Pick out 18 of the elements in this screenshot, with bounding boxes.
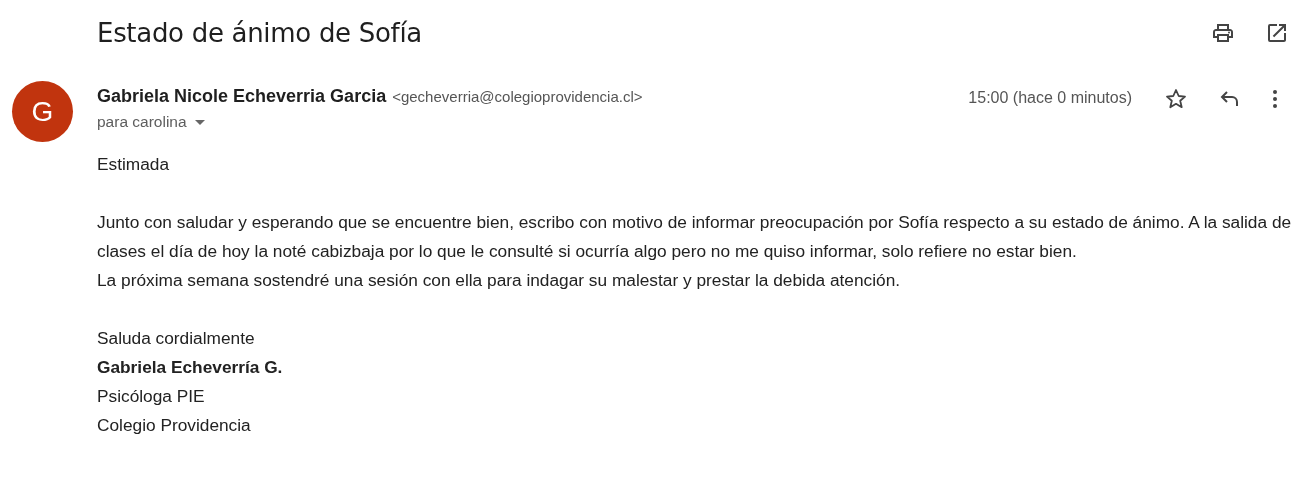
more-options-icon[interactable] xyxy=(1272,89,1278,109)
sender-email: <gecheverria@colegioprovidencia.cl> xyxy=(392,88,643,105)
signature-name: Gabriela Echeverría G. xyxy=(97,356,284,379)
sender-name: Gabriela Nicole Echeverria Garcia xyxy=(97,86,387,107)
signature-role: Psicóloga PIE xyxy=(97,385,206,408)
star-icon[interactable] xyxy=(1164,87,1188,111)
greeting-text: Estimada xyxy=(97,153,171,176)
signature-school: Colegio Providencia xyxy=(97,414,252,437)
caret-icon xyxy=(194,119,205,125)
body-paragraph: La próxima semana sostendré una sesión con ella para indagar su malestar y prestar la debida atención. xyxy=(97,269,902,292)
closing-text: Saluda cordialmente xyxy=(97,327,256,350)
open-in-new-window-icon[interactable] xyxy=(1265,21,1289,45)
sender-avatar: G xyxy=(12,81,73,142)
email-subject: Estado de ánimo de Sofía xyxy=(97,18,423,48)
message-time: 15:00 (hace 0 minutos) xyxy=(968,89,1132,107)
recipient-dropdown[interactable]: para carolina xyxy=(97,113,205,131)
print-icon[interactable] xyxy=(1211,21,1235,45)
body-paragraph: Junto con saludar y esperando que se encuentre bien, escribo con motivo de informar preocupación por Sofía respecto a su estado de ánimo. A la salida de clases el día de hoy la noté cabizbaja por lo que le consulté si ocurría algo pero no me quiso informar, solo refiere no estar bien. xyxy=(97,211,1293,263)
